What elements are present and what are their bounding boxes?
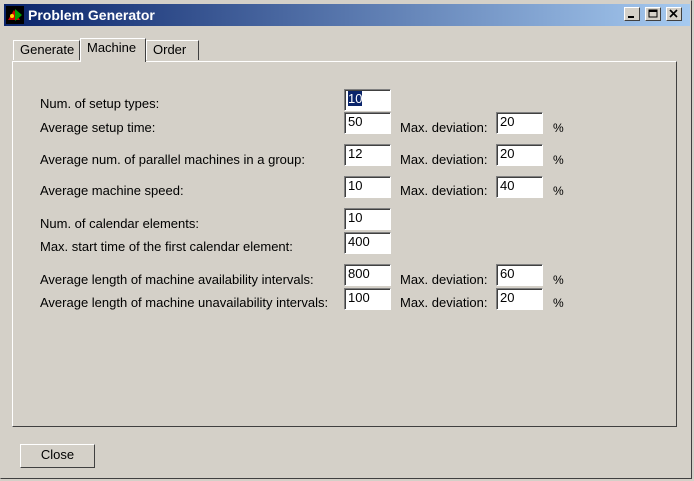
deviation-label: Max. deviation:: [400, 183, 488, 198]
row-label: Average length of machine unavailability…: [40, 295, 329, 310]
close-icon: [669, 9, 678, 18]
minimize-button[interactable]: [624, 7, 640, 21]
percent-label: %: [553, 153, 564, 167]
maximize-button[interactable]: [645, 7, 661, 21]
tab-generate[interactable]: Generate: [13, 40, 80, 60]
machine-tab-panel: Num. of setup types: 10 Average setup ti…: [12, 61, 677, 427]
row-label: Average machine speed:: [40, 183, 184, 198]
problem-generator-window: Problem Generator Generate Machine Order…: [0, 0, 692, 479]
tab-machine[interactable]: Machine: [80, 38, 146, 62]
setup-time-deviation-input[interactable]: 20: [496, 112, 543, 134]
percent-label: %: [553, 296, 564, 310]
tab-order[interactable]: Order: [146, 40, 199, 60]
row-label: Average length of machine availability i…: [40, 272, 314, 287]
deviation-label: Max. deviation:: [400, 272, 488, 287]
row-label: Average num. of parallel machines in a g…: [40, 152, 305, 167]
app-icon: [6, 6, 24, 24]
first-calendar-start-input[interactable]: 400: [344, 232, 391, 254]
row-label: Max. start time of the first calendar el…: [40, 239, 293, 254]
row-label: Num. of setup types:: [40, 96, 160, 111]
setup-types-input[interactable]: 10: [344, 89, 391, 111]
deviation-label: Max. deviation:: [400, 120, 488, 135]
percent-label: %: [553, 184, 564, 198]
row-label: Average setup time:: [40, 120, 156, 135]
title-bar[interactable]: Problem Generator: [4, 4, 690, 26]
row-label: Num. of calendar elements:: [40, 216, 199, 231]
parallel-machines-deviation-input[interactable]: 20: [496, 144, 543, 166]
unavailability-deviation-input[interactable]: 20: [496, 288, 543, 310]
machine-speed-deviation-input[interactable]: 40: [496, 176, 543, 198]
availability-length-input[interactable]: 800: [344, 264, 391, 286]
percent-label: %: [553, 273, 564, 287]
minimize-icon: [628, 16, 634, 18]
percent-label: %: [553, 121, 564, 135]
parallel-machines-input[interactable]: 12: [344, 144, 391, 166]
machine-speed-input[interactable]: 10: [344, 176, 391, 198]
maximize-icon: [648, 9, 658, 18]
calendar-elements-input[interactable]: 10: [344, 208, 391, 230]
close-button[interactable]: Close: [20, 444, 95, 468]
deviation-label: Max. deviation:: [400, 152, 488, 167]
unavailability-length-input[interactable]: 100: [344, 288, 391, 310]
availability-deviation-input[interactable]: 60: [496, 264, 543, 286]
setup-time-input[interactable]: 50: [344, 112, 391, 134]
deviation-label: Max. deviation:: [400, 295, 488, 310]
window-title: Problem Generator: [28, 7, 155, 23]
close-window-button[interactable]: [666, 7, 682, 21]
